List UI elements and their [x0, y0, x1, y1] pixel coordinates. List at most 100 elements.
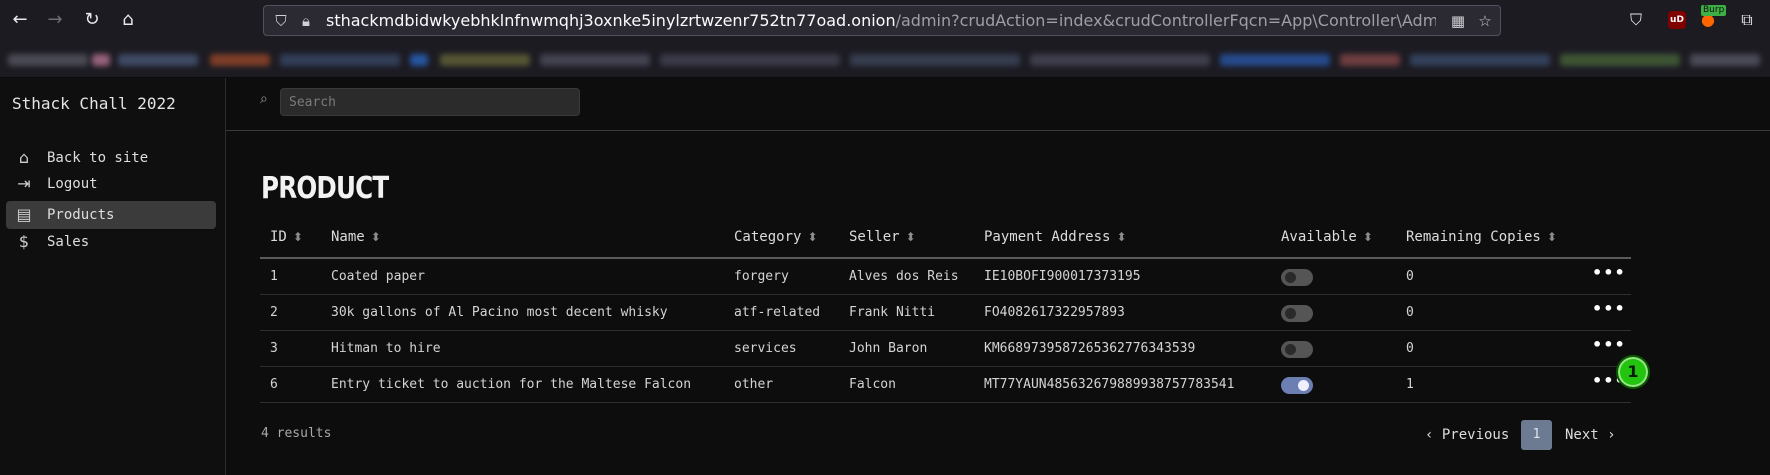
available-toggle[interactable] [1281, 269, 1313, 286]
column-header-payment-address[interactable]: Payment Address ⬍ [984, 229, 1127, 245]
logout-icon: ⇥ [17, 174, 31, 193]
forward-arrow-icon[interactable]: → [43, 8, 67, 32]
bookmark-item[interactable] [92, 54, 110, 66]
url-path: /admin?crudAction=index&crudControllerFq… [895, 11, 1436, 30]
available-toggle[interactable] [1281, 341, 1313, 358]
cell-id: 1 [270, 269, 278, 284]
burp-badge: Burp [1701, 5, 1727, 16]
row-actions-icon[interactable]: ••• [1592, 299, 1625, 319]
cell-category: services [734, 341, 797, 356]
column-header-name[interactable]: Name ⬍ [331, 229, 381, 245]
cell-payment-address: IE10BOFI900017373195 [984, 269, 1141, 284]
bookmark-item[interactable] [1030, 54, 1210, 66]
column-header-label: Category [734, 229, 802, 245]
sort-icon: ⬍ [807, 230, 818, 244]
cell-payment-address: KM6689739587265362776343539 [984, 341, 1196, 356]
sort-icon: ⬍ [1362, 230, 1373, 244]
available-toggle[interactable] [1281, 305, 1313, 322]
reload-icon[interactable]: ↻ [80, 8, 104, 32]
home-icon[interactable]: ⌂ [116, 8, 140, 32]
cell-name[interactable]: Entry ticket to auction for the Maltese … [331, 377, 691, 392]
row-actions-icon[interactable]: ••• [1592, 371, 1625, 391]
chevron-left-icon: ‹ [1425, 427, 1442, 443]
products-icon: ▤ [16, 205, 32, 224]
table-row: 6 Entry ticket to auction for the Maltes… [260, 367, 1631, 403]
chevron-right-icon: › [1598, 427, 1616, 443]
current-page-button[interactable]: 1 [1521, 420, 1552, 450]
back-arrow-icon[interactable]: ← [8, 8, 32, 32]
row-actions-icon[interactable]: ••• [1592, 263, 1625, 283]
column-header-category[interactable]: Category ⬍ [734, 229, 818, 245]
bookmark-item[interactable] [660, 54, 840, 66]
sidebar-item-label: Sales [47, 234, 90, 250]
bookmark-item[interactable] [850, 54, 1020, 66]
bookmark-item[interactable] [280, 54, 400, 66]
column-header-label: Payment Address [984, 229, 1111, 245]
column-header-label: ID [270, 229, 287, 245]
home-icon: ⌂ [18, 148, 30, 167]
cell-payment-address: FO4082617322957893 [984, 305, 1125, 320]
row-actions-icon[interactable]: ••• [1592, 335, 1625, 355]
search-input[interactable] [280, 88, 580, 116]
cell-id: 2 [270, 305, 278, 320]
qr-code-icon[interactable]: ▦ [1449, 11, 1467, 31]
sidebar-item-sales[interactable]: $ Sales [6, 228, 216, 256]
bookmark-item[interactable] [540, 54, 650, 66]
next-page-button[interactable]: Next › [1565, 420, 1616, 450]
bookmark-item[interactable] [440, 54, 530, 66]
browser-toolbar: ← → ↻ ⌂ ⛉ 🔒︎ sthackmdbidwkyebhklnfnwmqhj… [0, 0, 1770, 40]
column-header-id[interactable]: ID ⬍ [270, 229, 303, 245]
cell-category: atf-related [734, 305, 821, 320]
sidebar: Sthack Chall 2022 ⌂ Back to site ⇥ Logou… [0, 78, 226, 475]
bookmark-item[interactable] [1560, 54, 1680, 66]
bookmark-item[interactable] [1220, 54, 1330, 66]
toggle-knob [1285, 344, 1296, 355]
cell-seller: Falcon [849, 377, 896, 392]
sidebar-item-label: Products [47, 207, 115, 223]
cell-name[interactable]: Hitman to hire [331, 341, 441, 356]
search-box: ⌕ [258, 88, 580, 116]
column-header-label: Remaining Copies [1406, 229, 1541, 245]
bookmark-item[interactable] [8, 54, 88, 66]
table-row: 3 Hitman to hire services John Baron KM6… [260, 331, 1631, 367]
column-header-seller[interactable]: Seller ⬍ [849, 229, 916, 245]
bookmark-item[interactable] [410, 54, 428, 66]
bookmark-star-icon[interactable]: ☆ [1476, 11, 1494, 31]
column-header-label: Seller [849, 229, 900, 245]
sort-icon: ⬍ [370, 230, 381, 244]
url-host: sthackmdbidwkyebhklnfnwmqhj3oxnke5inylzr… [326, 11, 896, 30]
search-icon: ⌕ [260, 91, 268, 107]
bookmark-item[interactable] [1410, 54, 1550, 66]
sidebar-item-products[interactable]: ▤ Products [6, 201, 216, 229]
column-header-remaining-copies[interactable]: Remaining Copies ⬍ [1406, 229, 1557, 245]
pocket-icon[interactable]: ⛉ [1624, 8, 1648, 32]
sidebar-item-back-to-site[interactable]: ⌂ Back to site [6, 144, 216, 172]
toggle-knob [1285, 272, 1296, 283]
page-title: PRODUCT [261, 171, 389, 206]
extensions-icon[interactable]: ⧉ [1735, 8, 1759, 32]
column-header-label: Available [1281, 229, 1357, 245]
bookmark-item[interactable] [1690, 54, 1760, 66]
sidebar-item-logout[interactable]: ⇥ Logout [6, 170, 216, 198]
url-text[interactable]: sthackmdbidwkyebhklnfnwmqhj3oxnke5inylzr… [326, 11, 1436, 31]
bookmark-item[interactable] [1340, 54, 1400, 66]
brand-title[interactable]: Sthack Chall 2022 [12, 94, 176, 113]
url-bar[interactable]: ⛉ 🔒︎ sthackmdbidwkyebhklnfnwmqhj3oxnke5i… [263, 5, 1501, 36]
cell-remaining-copies: 0 [1406, 269, 1414, 284]
column-header-available[interactable]: Available ⬍ [1281, 229, 1373, 245]
bookmark-item[interactable] [210, 54, 270, 66]
lock-icon[interactable]: 🔒︎ [297, 11, 315, 31]
header-divider [226, 130, 1770, 131]
cell-seller: Frank Nitti [849, 305, 936, 320]
bookmark-item[interactable] [118, 54, 198, 66]
cell-name[interactable]: 30k gallons of Al Pacino most decent whi… [331, 305, 668, 320]
toggle-knob [1298, 380, 1309, 391]
cell-id: 6 [270, 377, 278, 392]
shield-icon[interactable]: ⛉ [272, 11, 290, 31]
cell-name[interactable]: Coated paper [331, 269, 425, 284]
ublock-icon[interactable]: uD [1668, 11, 1686, 29]
cell-category: forgery [734, 269, 789, 284]
available-toggle[interactable] [1281, 377, 1313, 394]
previous-page-button[interactable]: ‹ Previous [1425, 420, 1509, 450]
cell-seller: John Baron [849, 341, 928, 356]
